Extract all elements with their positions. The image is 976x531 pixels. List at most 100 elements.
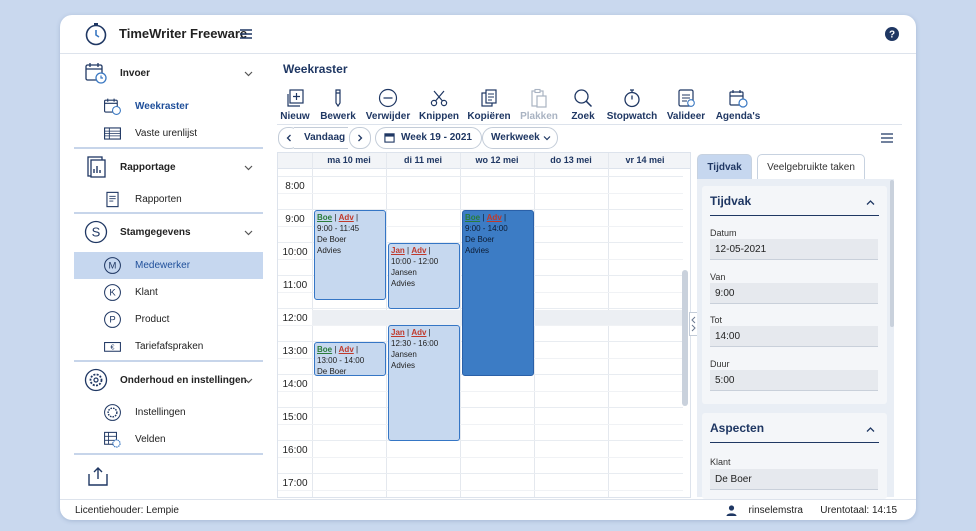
field-value: 14:00 [715, 331, 741, 342]
validate-button[interactable]: Valideer [665, 88, 707, 124]
sidebar-divider [74, 453, 263, 455]
copy-icon [481, 89, 497, 107]
calendar-event[interactable]: Boe | Adv | 9:00 - 11:45 De Boer Advies [314, 210, 386, 300]
chevron-up-icon[interactable] [866, 198, 875, 207]
help-icon[interactable]: ? [885, 27, 899, 41]
week-calendar[interactable]: ma 10 mei di 11 mei wo 12 mei do 13 mei … [277, 152, 691, 498]
sidebar-item-medewerker[interactable]: M Medewerker [74, 252, 263, 279]
sidebar-item-instellingen[interactable]: Instellingen [74, 399, 263, 426]
stopwatch-button[interactable]: Stopwatch [606, 88, 658, 124]
next-week-button[interactable] [349, 127, 371, 149]
sidebar-group-label: Invoer [120, 68, 151, 79]
edit-button[interactable]: Bewerk [318, 88, 358, 124]
export-icon[interactable] [88, 466, 108, 486]
week-picker[interactable]: Week 19 - 2021 [375, 127, 482, 149]
hour-label: 16:00 [282, 445, 308, 456]
toolbar-label: Bewerk [320, 111, 356, 122]
sidebar-group-invoer[interactable]: Invoer [74, 57, 263, 90]
sidebar-group-label: Onderhoud en instellingen [120, 375, 247, 386]
hour-label: 8:00 [285, 181, 305, 192]
end-time-field[interactable]: 14:00 [710, 326, 878, 347]
svg-text:P: P [109, 315, 115, 326]
toolbar-label: Zoek [571, 111, 595, 122]
hamburger-menu-icon[interactable] [240, 28, 252, 40]
aspecten-card: Aspecten Klant De Boer [702, 413, 887, 499]
sidebar-item-label: Velden [135, 434, 166, 445]
validate-icon [678, 89, 695, 107]
chevron-up-icon[interactable] [866, 425, 875, 434]
fields-gear-icon [104, 431, 121, 448]
field-label: Tot [710, 315, 723, 325]
calendar-scrollbar[interactable] [682, 270, 688, 406]
sidebar: Invoer Weekraster Vaste urenlijst Rappor… [74, 55, 263, 497]
event-product: Advies [465, 246, 490, 255]
hour-label: 10:00 [282, 247, 308, 258]
sidebar-item-product[interactable]: P Product [74, 306, 263, 333]
view-select[interactable]: Werkweek [482, 127, 558, 149]
minus-circle-icon [378, 88, 398, 108]
sidebar-item-vaste-urenlijst[interactable]: Vaste urenlijst [74, 120, 263, 147]
sidebar-divider [74, 147, 263, 149]
chevrons-icon [691, 316, 696, 332]
card-divider [710, 215, 879, 216]
panel-scrollbar[interactable] [890, 180, 894, 327]
status-bar: Licentiehouder: Lempie rinselemstra Uren… [60, 499, 916, 520]
cut-button[interactable]: Knippen [418, 88, 460, 124]
search-button[interactable]: Zoek [569, 88, 597, 124]
sidebar-item-tariefafspraken[interactable]: € Tariefafspraken [74, 333, 263, 360]
hour-label: 12:00 [282, 313, 308, 324]
field-label: Klant [710, 457, 731, 467]
sidebar-item-label: Vaste urenlijst [135, 128, 198, 139]
chevron-right-icon [358, 134, 363, 142]
copy-button[interactable]: Kopiëren [467, 88, 511, 124]
grid-row-line [278, 390, 683, 392]
tab-tijdvak[interactable]: Tijdvak [697, 154, 752, 181]
calendar-clock-icon [104, 98, 121, 115]
field-label: Van [710, 272, 726, 282]
client-code: Boe [317, 213, 333, 222]
svg-text:K: K [109, 288, 116, 299]
event-client: De Boer [465, 235, 495, 244]
date-field[interactable]: 12-05-2021 [710, 239, 878, 260]
chevron-down-icon [244, 71, 253, 77]
paste-button[interactable]: Plakken [519, 88, 559, 124]
toolbar-label: Plakken [520, 111, 558, 122]
day-header: wo 12 mei [475, 155, 519, 165]
tab-veelgebruikte-taken[interactable]: Veelgebruikte taken [757, 154, 865, 181]
license-holder: Licentiehouder: Lempie [75, 505, 179, 516]
sidebar-item-label: Medewerker [135, 260, 191, 271]
calendar-icon [384, 133, 395, 143]
calendar-event[interactable]: Jan | Adv | 12:30 - 16:00 Jansen Advies [388, 325, 460, 441]
toolbar-label: Nieuw [280, 111, 310, 122]
agenda-icon [729, 90, 748, 108]
sidebar-item-weekraster[interactable]: Weekraster [74, 93, 263, 120]
letter-k-icon: K [104, 284, 121, 301]
toolbar-label: Verwijder [365, 111, 411, 122]
hour-label: 17:00 [282, 478, 308, 489]
card-title: Aspecten [710, 421, 765, 435]
hour-label: 15:00 [282, 412, 308, 423]
new-button[interactable]: Nieuw [278, 88, 312, 124]
calendar-event[interactable]: Jan | Adv | 10:00 - 12:00 Jansen Advies [388, 243, 460, 309]
client-code: Boe [317, 345, 333, 354]
sidebar-group-stamgegevens[interactable]: S Stamgegevens [74, 216, 263, 249]
client-field[interactable]: De Boer [710, 469, 878, 490]
calendar-event[interactable]: Boe | Adv | 13:00 - 14:00 De Boer [314, 342, 386, 376]
delete-button[interactable]: Verwijder [364, 88, 412, 124]
list-menu-icon[interactable] [881, 133, 893, 143]
sidebar-item-rapporten[interactable]: Rapporten [74, 186, 263, 213]
start-time-field[interactable]: 9:00 [710, 283, 878, 304]
sidebar-item-klant[interactable]: K Klant [74, 279, 263, 306]
calendar-event-selected[interactable]: Boe | Adv | 9:00 - 14:00 De Boer Advies [462, 210, 534, 376]
sidebar-group-onderhoud[interactable]: Onderhoud en instellingen [74, 364, 263, 397]
today-button[interactable]: Vandaag [294, 127, 348, 149]
sidebar-item-velden[interactable]: Velden [74, 426, 263, 453]
sidebar-group-rapportage[interactable]: Rapportage [74, 151, 263, 184]
product-code: Adv [486, 213, 502, 222]
duration-field[interactable]: 5:00 [710, 370, 878, 391]
grid-row-line [278, 473, 683, 474]
grid-row-line [278, 456, 683, 458]
chevron-down-icon [244, 165, 253, 171]
view-label: Werkweek [491, 132, 540, 143]
agendas-button[interactable]: Agenda's [715, 88, 761, 124]
